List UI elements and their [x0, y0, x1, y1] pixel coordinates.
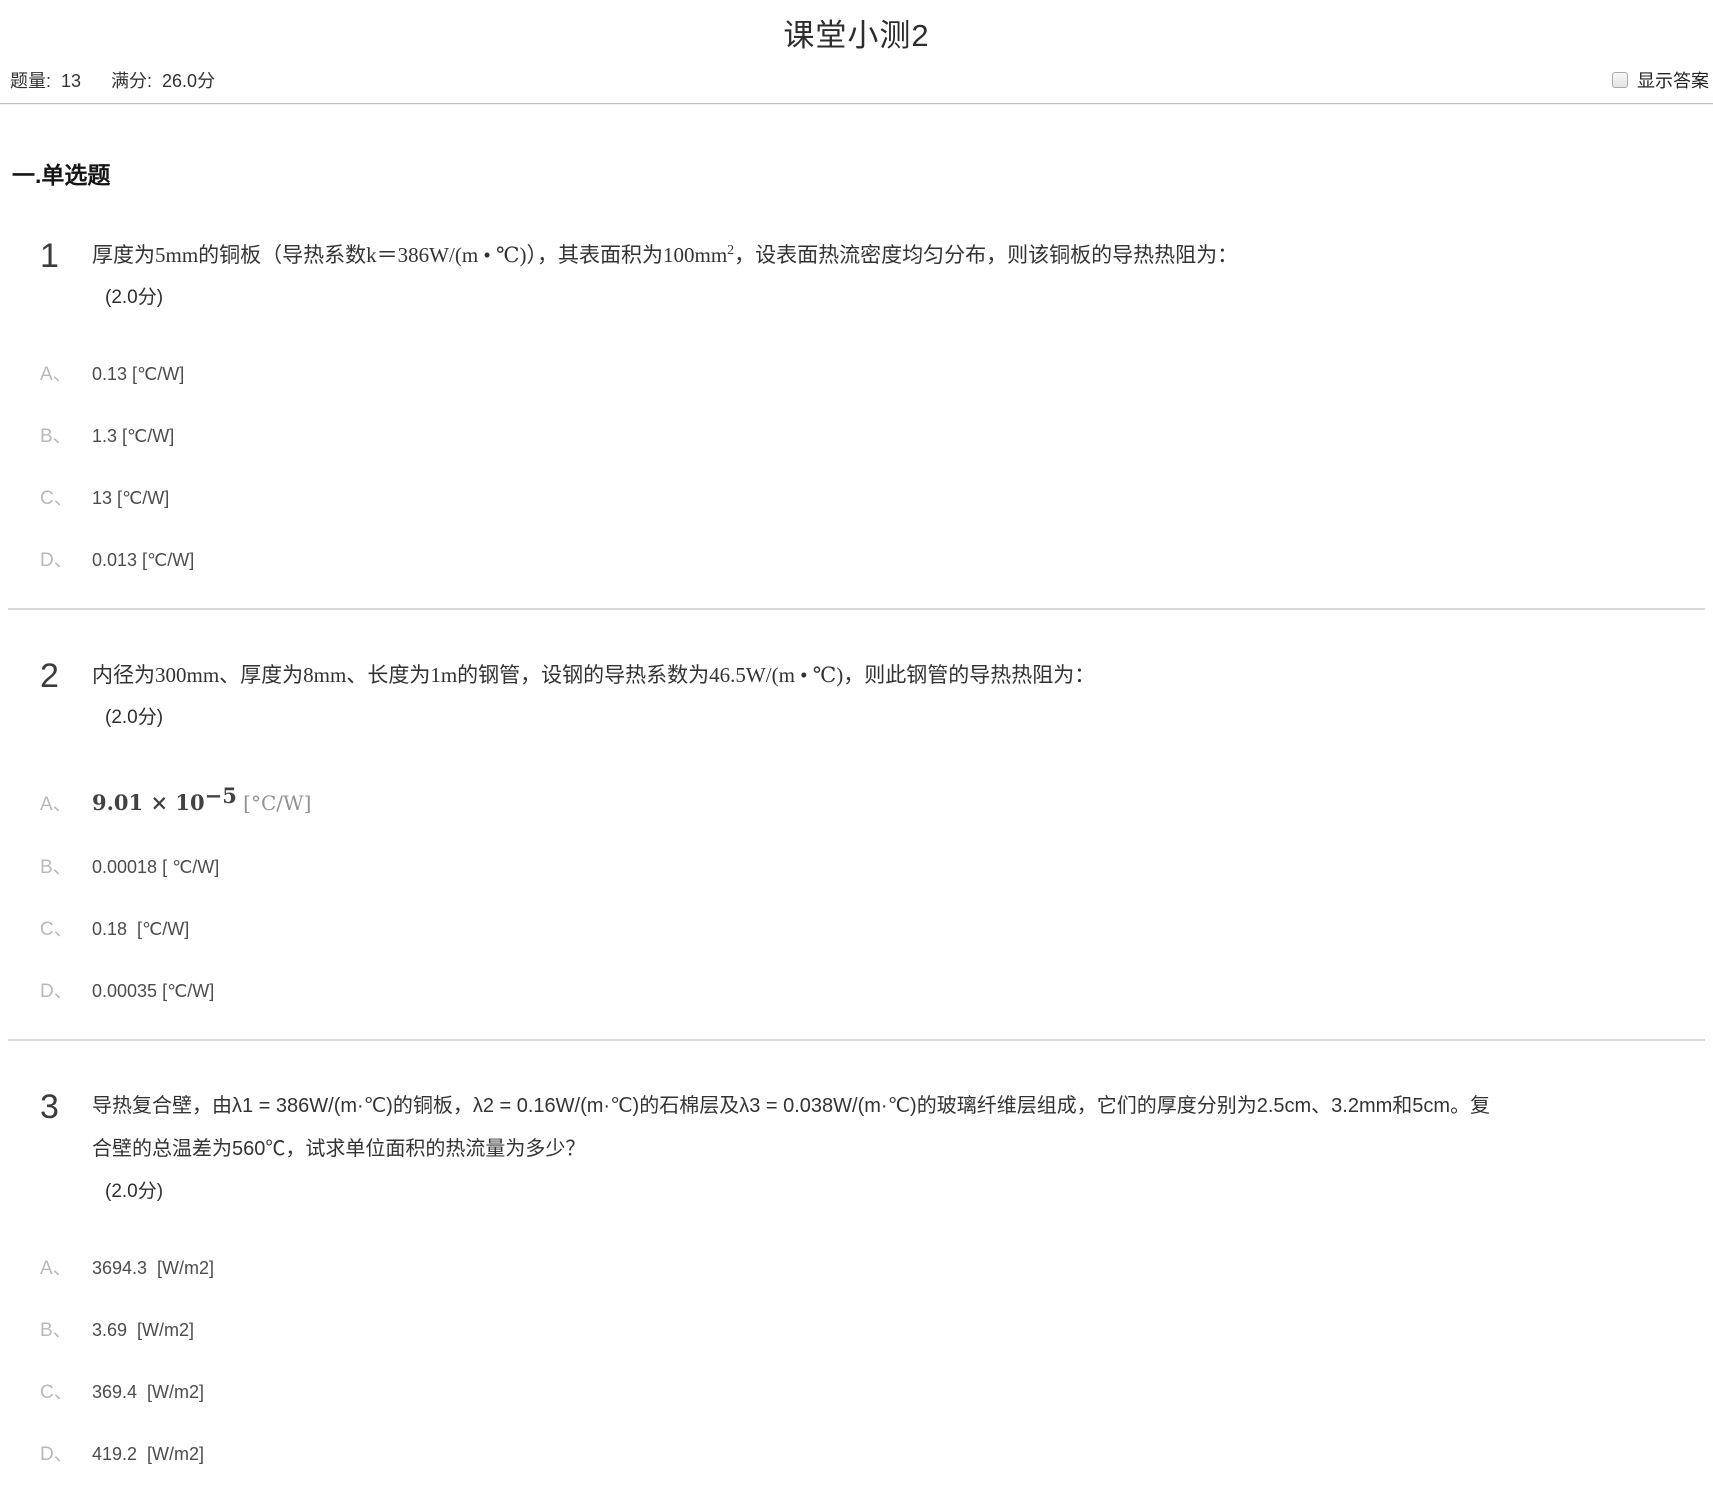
show-answers-toggle[interactable]: 显示答案 — [1612, 67, 1709, 93]
question-count: 题量: 13 — [10, 67, 81, 93]
option-letter: B、 — [8, 1319, 92, 1342]
option-letter: A、 — [8, 793, 92, 816]
option-a[interactable]: A、 3694.3 [W/m2] — [8, 1257, 1705, 1280]
option-letter: D、 — [8, 980, 92, 1003]
quiz-meta-stats: 题量: 13 满分: 26.0分 — [10, 67, 215, 93]
options-list: A、 0.13 [℃/W] B、 1.3 [℃/W] C、 13 [℃/W] D… — [8, 363, 1705, 572]
option-text: 0.013 [℃/W] — [92, 549, 194, 572]
question-text-part1: 内径为300mm、厚度为8mm、长度为1m的钢管，设钢的导热系数为46.5W/(… — [92, 663, 1095, 687]
question-text-part2: ，设表面热流密度均匀分布，则该铜板的导热热阻为： — [734, 243, 1238, 267]
option-text: 369.4 [W/m2] — [92, 1381, 204, 1404]
section-title: 一.单选题 — [12, 156, 1713, 190]
options-list: A、 3694.3 [W/m2] B、 3.69 [W/m2] C、 369.4… — [8, 1257, 1705, 1466]
math-base: 9.01 × 10 — [92, 790, 205, 815]
option-letter: B、 — [8, 856, 92, 879]
show-answers-checkbox[interactable] — [1612, 72, 1628, 88]
question-number: 2 — [8, 654, 92, 698]
option-text: 3694.3 [W/m2] — [92, 1257, 214, 1280]
option-letter: C、 — [8, 918, 92, 941]
option-text: 9.01 × 10−5 [°C/W] — [92, 783, 311, 817]
option-text: 0.13 [℃/W] — [92, 363, 184, 386]
option-text: 0.00018 [ ℃/W] — [92, 856, 219, 879]
option-c[interactable]: C、 0.18 [℃/W] — [8, 918, 1705, 941]
option-text: 3.69 [W/m2] — [92, 1319, 194, 1342]
option-text: 419.2 [W/m2] — [92, 1443, 204, 1466]
option-letter: D、 — [8, 549, 92, 572]
question-text: 导热复合壁，由λ1 = 386W/(m·℃)的铜板，λ2 = 0.16W/(m·… — [92, 1085, 1510, 1171]
option-c[interactable]: C、 369.4 [W/m2] — [8, 1381, 1705, 1404]
full-score: 满分: 26.0分 — [111, 67, 215, 93]
question-number: 3 — [8, 1085, 92, 1129]
math-unit: [°C/W] — [237, 791, 312, 815]
option-b[interactable]: B、 3.69 [W/m2] — [8, 1319, 1705, 1342]
option-d[interactable]: D、 419.2 [W/m2] — [8, 1443, 1705, 1466]
question-number: 1 — [8, 234, 92, 278]
question-text: 厚度为5mm的铜板（导热系数k＝386W/(m • ℃)），其表面积为100mm… — [92, 234, 1238, 277]
question-text-part1: 厚度为5mm的铜板（导热系数k＝386W/(m • ℃)），其表面积为100mm — [92, 243, 727, 267]
question-text: 内径为300mm、厚度为8mm、长度为1m的钢管，设钢的导热系数为46.5W/(… — [92, 654, 1095, 697]
option-c[interactable]: C、 13 [℃/W] — [8, 487, 1705, 510]
option-text: 0.00035 [℃/W] — [92, 980, 214, 1003]
option-a[interactable]: A、 9.01 × 10−5 [°C/W] — [8, 783, 1705, 817]
question-score: (2.0分) — [92, 1171, 1510, 1213]
show-answers-label[interactable]: 显示答案 — [1637, 67, 1709, 93]
quiz-meta-bar: 题量: 13 满分: 26.0分 显示答案 — [0, 55, 1713, 104]
option-d[interactable]: D、 0.00035 [℃/W] — [8, 980, 1705, 1003]
math-exponent: −5 — [205, 783, 237, 808]
option-letter: C、 — [8, 487, 92, 510]
question-score: (2.0分) — [92, 697, 1095, 739]
option-letter: A、 — [8, 1257, 92, 1280]
option-letter: D、 — [8, 1443, 92, 1466]
option-letter: C、 — [8, 1381, 92, 1404]
option-text: 1.3 [℃/W] — [92, 425, 174, 448]
question-2: 2 内径为300mm、厚度为8mm、长度为1m的钢管，设钢的导热系数为46.5W… — [8, 610, 1705, 1041]
option-a[interactable]: A、 0.13 [℃/W] — [8, 363, 1705, 386]
option-d[interactable]: D、 0.013 [℃/W] — [8, 549, 1705, 572]
option-b[interactable]: B、 1.3 [℃/W] — [8, 425, 1705, 448]
question-score: (2.0分) — [92, 277, 1238, 319]
question-1: 1 厚度为5mm的铜板（导热系数k＝386W/(m • ℃)），其表面积为100… — [8, 190, 1705, 610]
option-text: 13 [℃/W] — [92, 487, 169, 510]
page-title: 课堂小测2 — [0, 0, 1713, 55]
question-3: 3 导热复合壁，由λ1 = 386W/(m·℃)的铜板，λ2 = 0.16W/(… — [8, 1041, 1705, 1502]
option-b[interactable]: B、 0.00018 [ ℃/W] — [8, 856, 1705, 879]
option-text: 0.18 [℃/W] — [92, 918, 189, 941]
question-text-part1: 导热复合壁，由λ1 = 386W/(m·℃)的铜板，λ2 = 0.16W/(m·… — [92, 1095, 1490, 1160]
option-letter: A、 — [8, 363, 92, 386]
options-list: A、 9.01 × 10−5 [°C/W] B、 0.00018 [ ℃/W] … — [8, 783, 1705, 1003]
option-letter: B、 — [8, 425, 92, 448]
